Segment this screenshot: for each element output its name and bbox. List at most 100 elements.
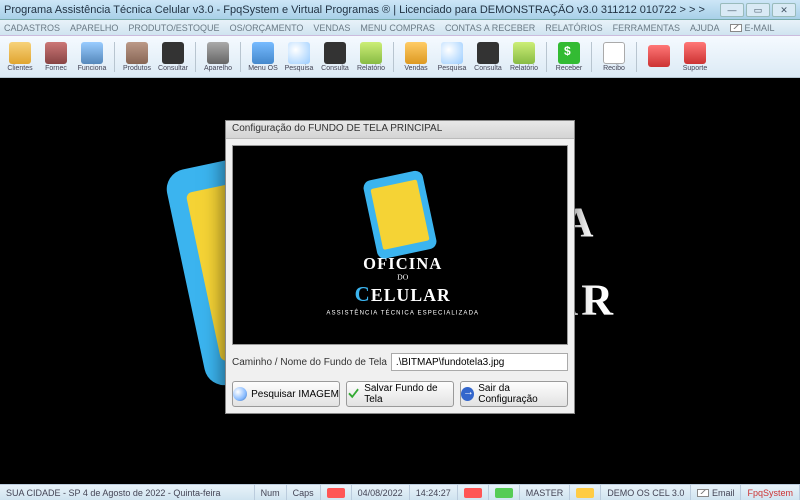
funciona-button[interactable]: Funciona [76, 38, 108, 76]
consult-icon [477, 42, 499, 64]
minimize-button[interactable]: — [720, 3, 744, 17]
menu-email[interactable]: E-MAIL [730, 23, 775, 33]
toolbar-separator [240, 42, 241, 72]
aparelho-button[interactable]: Aparelho [202, 38, 234, 76]
pesq-icon [288, 42, 310, 64]
toolbar-separator [546, 42, 547, 72]
path-input[interactable] [391, 353, 568, 371]
close-button[interactable]: ✕ [772, 3, 796, 17]
toolbar-label: Consulta [474, 65, 502, 72]
indicator-red-icon [327, 488, 345, 498]
toolbar-label: Pesquisa [285, 65, 314, 72]
save-background-label: Salvar Fundo de Tela [364, 383, 453, 405]
rel-icon [360, 42, 382, 64]
menu-aparelho[interactable]: APARELHO [70, 23, 118, 33]
toolbar-label: Clientes [7, 65, 32, 72]
toolbar-label: Funciona [78, 65, 107, 72]
menu-cadastros[interactable]: CADASTROS [4, 23, 60, 33]
search-icon [233, 387, 247, 401]
pesquisa-vendas-button[interactable]: Pesquisa [436, 38, 468, 76]
config-dialog: Configuração do FUNDO DE TELA PRINCIPAL … [225, 120, 575, 414]
indicator-red2-icon [464, 488, 482, 498]
preview-line3: CELULAR [326, 282, 479, 306]
status-date: 04/08/2022 [352, 485, 410, 500]
indicator-yellow-icon [576, 488, 594, 498]
consulta-vendas-button[interactable]: Consulta [472, 38, 504, 76]
status-time: 14:24:27 [410, 485, 458, 500]
consulta-os-button[interactable]: Consulta [319, 38, 351, 76]
wrench-icon [378, 192, 423, 237]
pesquisa-os-button[interactable]: Pesquisa [283, 38, 315, 76]
workspace: OFICINA DO CELULAR ASSISTÊNCIA TÉCNICA E… [0, 78, 800, 484]
rel-icon [513, 42, 535, 64]
menu-ferramentas[interactable]: FERRAMENTAS [613, 23, 680, 33]
exit-config-button[interactable]: Sair da Configuração [460, 381, 568, 407]
search-image-label: Pesquisar IMAGEM [251, 389, 339, 400]
status-master: MASTER [520, 485, 571, 500]
toolbar-label: Vendas [404, 65, 427, 72]
path-label: Caminho / Nome do Fundo de Tela [232, 357, 387, 368]
menu-compras[interactable]: MENU COMPRAS [360, 23, 435, 33]
toolbar-label: Produtos [123, 65, 151, 72]
exit-config-label: Sair da Configuração [478, 383, 567, 405]
clients-icon [9, 42, 31, 64]
window-controls: — ▭ ✕ [720, 3, 796, 17]
toolbar-separator [393, 42, 394, 72]
relatorio-os-button[interactable]: Relatório [355, 38, 387, 76]
aparel-icon [207, 42, 229, 64]
supp-icon [648, 45, 670, 67]
toolbar-label: Consulta [321, 65, 349, 72]
toolbar-separator [195, 42, 196, 72]
consultar-produtos-button[interactable]: Consultar [157, 38, 189, 76]
status-demo: DEMO OS CEL 3.0 [601, 485, 691, 500]
menu-os-button[interactable]: Menu OS [247, 38, 279, 76]
menu-ajuda[interactable]: AJUDA [690, 23, 720, 33]
status-email[interactable]: Email [691, 485, 741, 500]
toolbar-label: Receber [556, 65, 582, 72]
status-num: Num [255, 485, 287, 500]
check-icon [347, 387, 360, 401]
recibo-button[interactable]: Recibo [598, 38, 630, 76]
window-titlebar: Programa Assistência Técnica Celular v3.… [0, 0, 800, 20]
toolbar-separator [591, 42, 592, 72]
produt-icon [126, 42, 148, 64]
save-background-button[interactable]: Salvar Fundo de Tela [346, 381, 454, 407]
relatorio-vendas-button[interactable]: Relatório [508, 38, 540, 76]
vendas-button[interactable]: Vendas [400, 38, 432, 76]
search-image-button[interactable]: Pesquisar IMAGEM [232, 381, 340, 407]
toolbar-label: Consultar [158, 65, 188, 72]
extra1-button[interactable] [643, 38, 675, 76]
receber-button[interactable]: Receber [553, 38, 585, 76]
clientes-button[interactable]: Clientes [4, 38, 36, 76]
recibo-icon [603, 42, 625, 64]
status-brand: FpqSystem [741, 485, 800, 500]
preview-line2: DO [326, 273, 479, 282]
toolbar-label: Suporte [683, 65, 708, 72]
toolbar-label: Fornec [45, 65, 67, 72]
indicator-green-icon [495, 488, 513, 498]
fornec-button[interactable]: Fornec [40, 38, 72, 76]
toolbar-label: Menu OS [248, 65, 278, 72]
main-toolbar: Clientes Fornec Funciona Produtos Consultar A… [0, 36, 800, 78]
pesq-icon [441, 42, 463, 64]
consult-icon [162, 42, 184, 64]
path-field-row: Caminho / Nome do Fundo de Tela [232, 353, 568, 371]
menu-vendas[interactable]: VENDAS [313, 23, 350, 33]
menu-os[interactable]: OS/ORÇAMENTO [230, 23, 304, 33]
suporte-button[interactable]: Suporte [679, 38, 711, 76]
maximize-button[interactable]: ▭ [746, 3, 770, 17]
produtos-button[interactable]: Produtos [121, 38, 153, 76]
menu-contas[interactable]: CONTAS A RECEBER [445, 23, 535, 33]
funcion-icon [81, 42, 103, 64]
vend-icon [405, 42, 427, 64]
toolbar-separator [636, 42, 637, 72]
toolbar-label: Recibo [603, 65, 625, 72]
menu-email-label: E-MAIL [745, 23, 775, 33]
status-date-city: SUA CIDADE - SP 4 de Agosto de 2022 - Qu… [0, 485, 255, 500]
toolbar-label: Relatório [510, 65, 538, 72]
menu-relatorios[interactable]: RELATÓRIOS [545, 23, 602, 33]
preview-line1: OFICINA [326, 254, 479, 273]
consult-icon [324, 42, 346, 64]
window-title: Programa Assistência Técnica Celular v3.… [4, 4, 720, 16]
menu-produto[interactable]: PRODUTO/ESTOQUE [128, 23, 219, 33]
